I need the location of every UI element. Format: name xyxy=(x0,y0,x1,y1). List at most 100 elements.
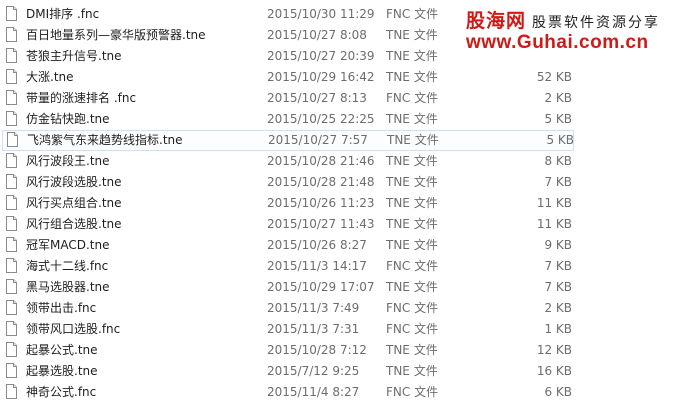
file-date-modified: 2015/10/27 8:08 xyxy=(267,28,367,42)
file-row[interactable]: DMI排序 .fnc 2015/10/30 11:29 FNC 文件 xyxy=(0,4,685,25)
file-icon xyxy=(6,216,17,231)
file-name: 海式十二线.fnc xyxy=(26,259,109,273)
file-row[interactable]: 神奇公式.fnc 2015/11/4 8:27 FNC 文件 6 KB xyxy=(0,382,685,403)
file-type: TNE 文件 xyxy=(386,112,438,126)
file-size: 11 KB xyxy=(536,217,572,231)
file-date-modified: 2015/11/3 14:17 xyxy=(267,259,367,273)
file-date-modified: 2015/10/27 11:43 xyxy=(267,217,375,231)
file-name: 大涨.tne xyxy=(26,70,74,84)
file-type: TNE 文件 xyxy=(386,196,438,210)
file-row[interactable]: 带量的涨速排名 .fnc 2015/10/27 8:13 FNC 文件 2 KB xyxy=(0,88,685,109)
file-name: 起暴选股.tne xyxy=(26,364,98,378)
file-size: 8 KB xyxy=(544,154,572,168)
file-type: FNC 文件 xyxy=(386,91,439,105)
file-size: 16 KB xyxy=(536,364,572,378)
file-size: 11 KB xyxy=(536,196,572,210)
file-date-modified: 2015/10/28 21:46 xyxy=(267,154,375,168)
file-row[interactable]: 大涨.tne 2015/10/29 16:42 TNE 文件 52 KB xyxy=(0,67,685,88)
file-name: 神奇公式.fnc xyxy=(26,385,97,399)
file-row[interactable]: 海式十二线.fnc 2015/11/3 14:17 FNC 文件 7 KB xyxy=(0,256,685,277)
file-date-modified: 2015/10/29 17:07 xyxy=(267,280,375,294)
file-size: 52 KB xyxy=(536,70,572,84)
file-name: DMI排序 .fnc xyxy=(26,7,100,21)
file-icon xyxy=(6,6,17,21)
file-row[interactable]: 起暴选股.tne 2015/7/12 9:25 TNE 文件 16 KB xyxy=(0,361,685,382)
file-row[interactable]: 仿金钻快跑.tne 2015/10/25 22:25 TNE 文件 5 KB xyxy=(0,109,685,130)
file-size: 7 KB xyxy=(544,259,572,273)
file-name: 风行买点组合.tne xyxy=(26,196,122,210)
file-type: TNE 文件 xyxy=(386,238,438,252)
file-size: 9 KB xyxy=(544,238,572,252)
file-date-modified: 2015/10/26 8:27 xyxy=(267,238,367,252)
file-type: FNC 文件 xyxy=(386,259,439,273)
file-size: 2 KB xyxy=(544,301,572,315)
file-type: TNE 文件 xyxy=(386,280,438,294)
file-icon xyxy=(6,384,17,399)
file-type: TNE 文件 xyxy=(386,364,438,378)
file-list: DMI排序 .fnc 2015/10/30 11:29 FNC 文件 百日地量系列—豪… xyxy=(0,4,685,403)
file-size: 5 KB xyxy=(546,133,574,147)
file-row[interactable]: 冠军MACD.tne 2015/10/26 8:27 TNE 文件 9 KB xyxy=(0,235,685,256)
file-type: FNC 文件 xyxy=(386,7,439,21)
file-row[interactable]: 风行组合选股.tne 2015/10/27 11:43 TNE 文件 11 KB xyxy=(0,214,685,235)
file-name: 领带风口选股.fnc xyxy=(26,322,121,336)
file-date-modified: 2015/11/3 7:49 xyxy=(267,301,360,315)
file-icon xyxy=(6,279,17,294)
file-name: 苍狼主升信号.tne xyxy=(26,49,122,63)
file-icon xyxy=(6,27,17,42)
file-name: 风行波段选股.tne xyxy=(26,175,122,189)
file-date-modified: 2015/10/27 8:13 xyxy=(267,91,367,105)
file-row[interactable]: 飞鸿紫气东来趋势线指标.tne 2015/10/27 7:57 TNE 文件 5 KB xyxy=(2,130,574,151)
file-row[interactable]: 起暴公式.tne 2015/10/28 7:12 TNE 文件 12 KB xyxy=(0,340,685,361)
file-size: 6 KB xyxy=(544,385,572,399)
file-size: 1 KB xyxy=(544,322,572,336)
file-name: 领带出击.fnc xyxy=(26,301,97,315)
file-size: 12 KB xyxy=(536,343,572,357)
file-icon xyxy=(6,153,17,168)
file-icon xyxy=(6,69,17,84)
file-date-modified: 2015/10/29 16:42 xyxy=(267,70,375,84)
file-explorer: DMI排序 .fnc 2015/10/30 11:29 FNC 文件 百日地量系列—豪… xyxy=(0,0,685,407)
file-name: 冠军MACD.tne xyxy=(26,238,110,252)
file-type: TNE 文件 xyxy=(386,154,438,168)
file-icon xyxy=(6,174,17,189)
file-icon xyxy=(6,258,17,273)
file-name: 飞鸿紫气东来趋势线指标.tne xyxy=(27,133,183,147)
file-type: TNE 文件 xyxy=(386,70,438,84)
file-icon xyxy=(6,363,17,378)
file-date-modified: 2015/10/25 22:25 xyxy=(267,112,375,126)
file-icon xyxy=(6,300,17,315)
file-type: TNE 文件 xyxy=(386,343,438,357)
file-row[interactable]: 苍狼主升信号.tne 2015/10/27 20:39 TNE 文件 xyxy=(0,46,685,67)
file-icon xyxy=(7,132,18,147)
file-type: TNE 文件 xyxy=(386,217,438,231)
file-icon xyxy=(6,48,17,63)
file-date-modified: 2015/11/3 7:31 xyxy=(267,322,360,336)
file-row[interactable]: 领带风口选股.fnc 2015/11/3 7:31 FNC 文件 1 KB xyxy=(0,319,685,340)
file-type: TNE 文件 xyxy=(386,49,438,63)
file-row[interactable]: 风行波段王.tne 2015/10/28 21:46 TNE 文件 8 KB xyxy=(0,151,685,172)
file-type: FNC 文件 xyxy=(386,301,439,315)
file-icon xyxy=(6,90,17,105)
file-date-modified: 2015/7/12 9:25 xyxy=(267,364,360,378)
file-date-modified: 2015/10/26 11:23 xyxy=(267,196,375,210)
file-type: TNE 文件 xyxy=(387,133,439,147)
file-date-modified: 2015/10/28 7:12 xyxy=(267,343,367,357)
file-icon xyxy=(6,237,17,252)
file-name: 风行组合选股.tne xyxy=(26,217,122,231)
file-type: FNC 文件 xyxy=(386,385,439,399)
file-name: 起暴公式.tne xyxy=(26,343,98,357)
file-row[interactable]: 黑马选股器.tne 2015/10/29 17:07 TNE 文件 7 KB xyxy=(0,277,685,298)
file-date-modified: 2015/11/4 8:27 xyxy=(267,385,360,399)
file-size: 2 KB xyxy=(544,91,572,105)
file-size: 7 KB xyxy=(544,280,572,294)
file-row[interactable]: 百日地量系列—豪华版预警器.tne 2015/10/27 8:08 TNE 文件 xyxy=(0,25,685,46)
file-name: 黑马选股器.tne xyxy=(26,280,110,294)
file-type: TNE 文件 xyxy=(386,28,438,42)
file-type: TNE 文件 xyxy=(386,175,438,189)
file-row[interactable]: 领带出击.fnc 2015/11/3 7:49 FNC 文件 2 KB xyxy=(0,298,685,319)
file-row[interactable]: 风行买点组合.tne 2015/10/26 11:23 TNE 文件 11 KB xyxy=(0,193,685,214)
file-date-modified: 2015/10/28 21:48 xyxy=(267,175,375,189)
file-row[interactable]: 风行波段选股.tne 2015/10/28 21:48 TNE 文件 7 KB xyxy=(0,172,685,193)
file-size: 5 KB xyxy=(544,112,572,126)
